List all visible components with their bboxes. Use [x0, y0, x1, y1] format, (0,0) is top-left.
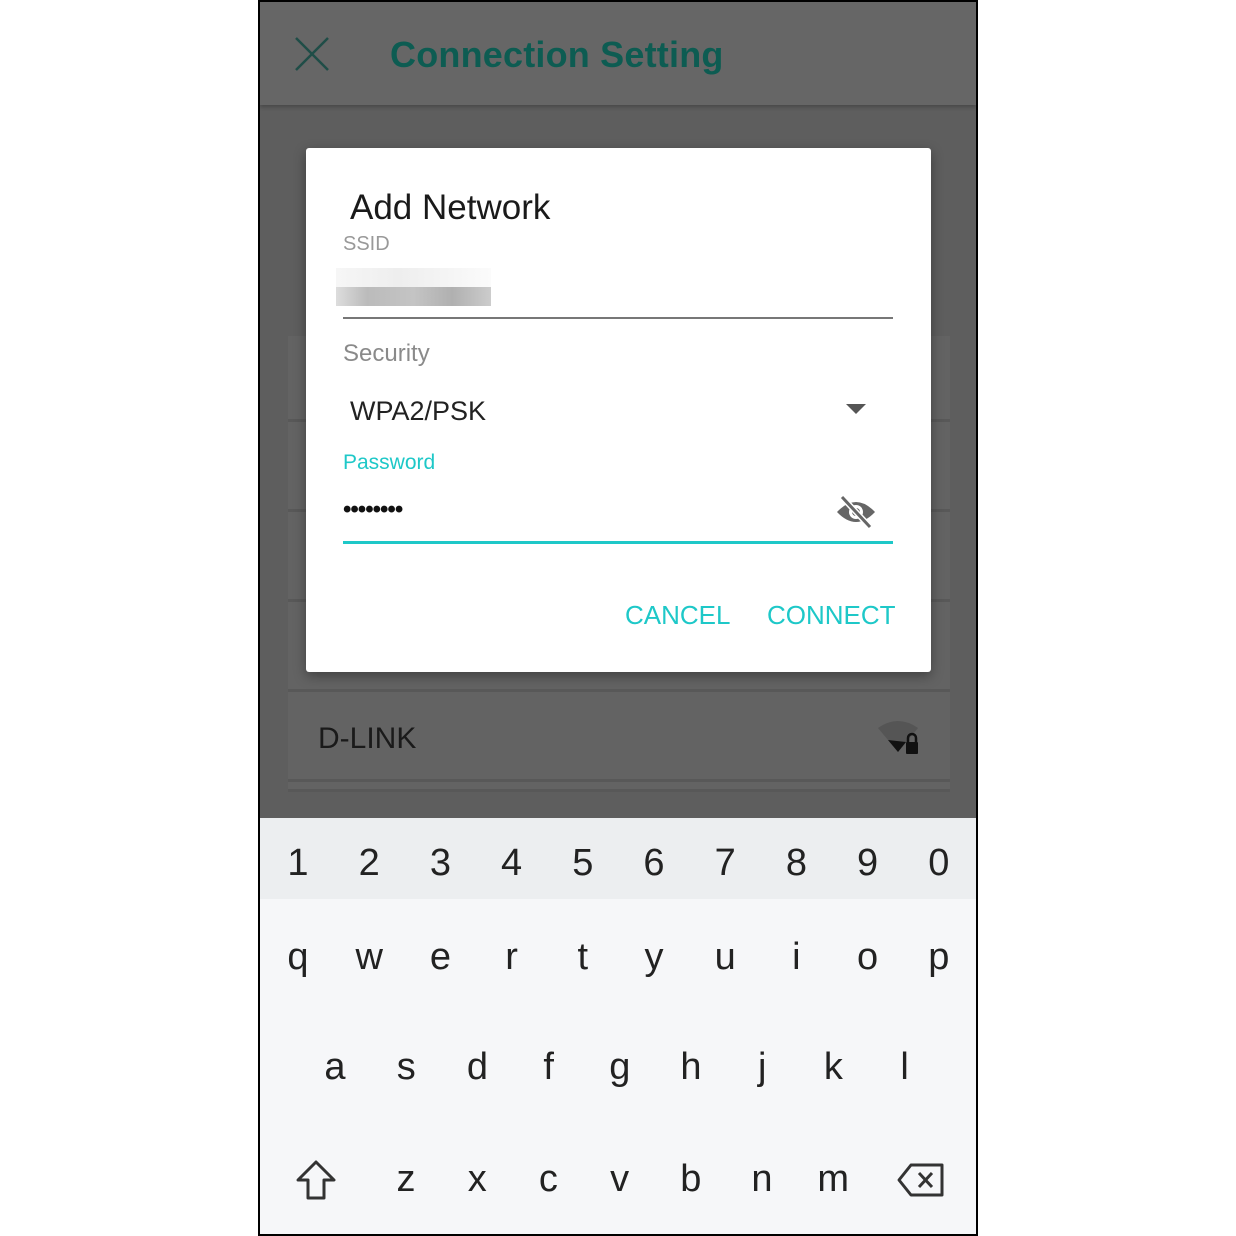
key-r[interactable]: r: [482, 936, 542, 979]
key-b[interactable]: b: [661, 1158, 721, 1201]
key-k[interactable]: k: [803, 1046, 863, 1089]
shift-icon[interactable]: [294, 1158, 338, 1202]
password-label: Password: [343, 451, 436, 474]
keyboard: 1234567890 qwertyuiop asdfghjkl zxcvbnm: [260, 818, 976, 1234]
key-g[interactable]: g: [590, 1046, 650, 1089]
key-h[interactable]: h: [661, 1046, 721, 1089]
password-underline: [343, 541, 893, 544]
key-n[interactable]: n: [732, 1158, 792, 1201]
app-header: Connection Setting: [260, 2, 976, 105]
cancel-button[interactable]: CANCEL: [625, 600, 730, 631]
network-row-dlink[interactable]: D-LINK: [288, 692, 950, 782]
password-input[interactable]: ••••••••: [343, 496, 403, 524]
key-x[interactable]: x: [447, 1158, 507, 1201]
key-1[interactable]: 1: [268, 842, 328, 885]
wifi-lock-icon: [878, 721, 918, 754]
key-y[interactable]: y: [624, 936, 684, 979]
key-0[interactable]: 0: [909, 842, 969, 885]
key-5[interactable]: 5: [553, 842, 613, 885]
page-title: Connection Setting: [390, 34, 724, 75]
key-q[interactable]: q: [268, 936, 328, 979]
network-row: [288, 782, 950, 792]
key-s[interactable]: s: [376, 1046, 436, 1089]
key-l[interactable]: l: [875, 1046, 935, 1089]
key-3[interactable]: 3: [410, 842, 470, 885]
key-8[interactable]: 8: [766, 842, 826, 885]
connect-button[interactable]: CONNECT: [767, 600, 896, 631]
add-network-dialog: Add Network SSID Security WPA2/PSK Passw…: [306, 148, 931, 672]
ssid-input-value-redacted[interactable]: [336, 268, 491, 306]
network-name: D-LINK: [318, 722, 417, 755]
key-w[interactable]: w: [339, 936, 399, 979]
key-6[interactable]: 6: [624, 842, 684, 885]
key-a[interactable]: a: [305, 1046, 365, 1089]
key-d[interactable]: d: [447, 1046, 507, 1089]
key-f[interactable]: f: [519, 1046, 579, 1089]
key-4[interactable]: 4: [482, 842, 542, 885]
backspace-icon[interactable]: [897, 1162, 945, 1198]
key-m[interactable]: m: [803, 1158, 863, 1201]
key-7[interactable]: 7: [695, 842, 755, 885]
key-z[interactable]: z: [376, 1158, 436, 1201]
key-9[interactable]: 9: [838, 842, 898, 885]
key-2[interactable]: 2: [339, 842, 399, 885]
key-i[interactable]: i: [766, 936, 826, 979]
key-p[interactable]: p: [909, 936, 969, 979]
key-c[interactable]: c: [518, 1158, 578, 1201]
security-dropdown[interactable]: WPA2/PSK: [336, 386, 876, 436]
key-u[interactable]: u: [695, 936, 755, 979]
visibility-off-icon[interactable]: [834, 494, 878, 530]
chevron-down-icon: [846, 404, 866, 414]
security-value: WPA2/PSK: [350, 396, 487, 426]
key-o[interactable]: o: [838, 936, 898, 979]
ssid-label: SSID: [343, 233, 390, 255]
close-icon[interactable]: [294, 36, 330, 72]
security-label: Security: [343, 340, 430, 367]
key-v[interactable]: v: [590, 1158, 650, 1201]
key-e[interactable]: e: [410, 936, 470, 979]
dialog-title: Add Network: [350, 188, 551, 227]
key-j[interactable]: j: [732, 1046, 792, 1089]
ssid-underline: [343, 317, 893, 319]
key-t[interactable]: t: [553, 936, 613, 979]
phone-screen: Connection Setting D-LINK Add Network SS…: [258, 0, 978, 1236]
